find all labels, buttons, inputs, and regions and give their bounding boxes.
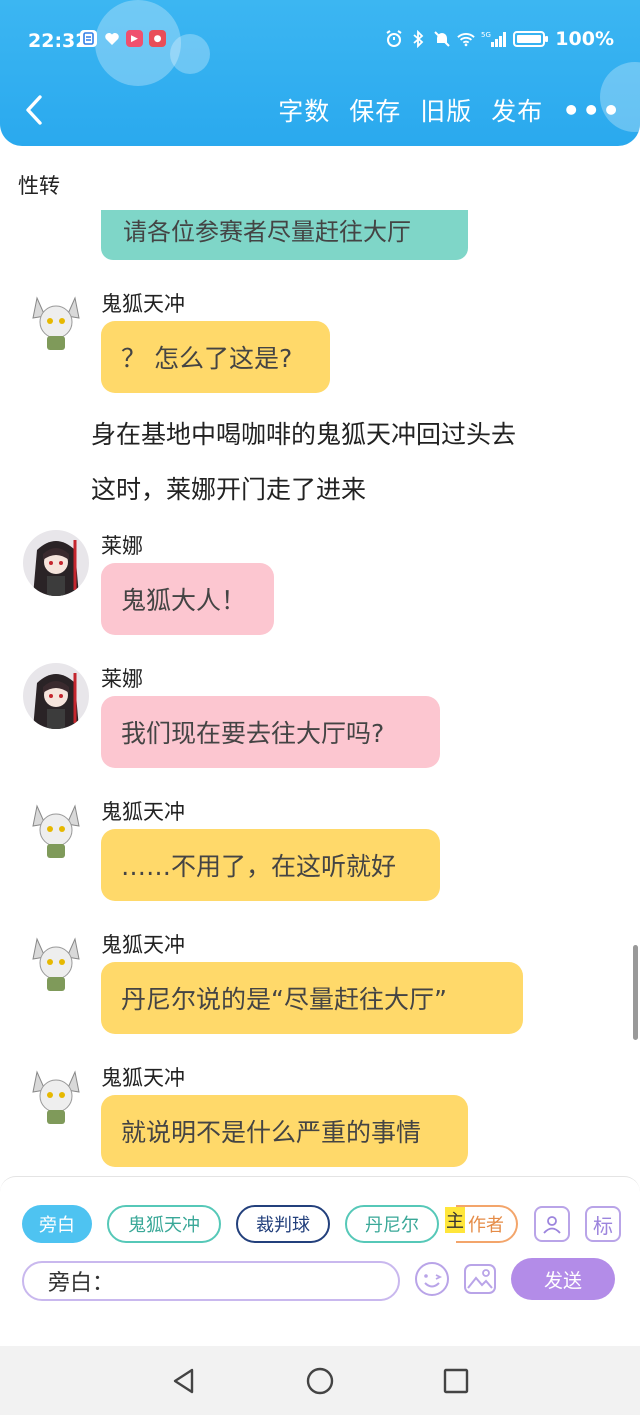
fox-avatar-icon bbox=[23, 798, 89, 864]
girl-avatar-icon bbox=[23, 663, 89, 729]
system-home-button[interactable] bbox=[305, 1366, 335, 1396]
system-recents-button[interactable] bbox=[441, 1366, 471, 1396]
video-app-icon: ▶ bbox=[126, 30, 143, 47]
scrollbar-thumb[interactable] bbox=[633, 945, 638, 1040]
more-menu-button[interactable]: ••• bbox=[562, 94, 622, 127]
speaker-name: 鬼狐天冲 bbox=[101, 933, 185, 957]
app-header: 22:32 ▶ ● 5G 100% 字数 保存 旧版 发布 ••• bbox=[0, 0, 640, 146]
heart-app-icon bbox=[103, 30, 120, 47]
message-bubble[interactable]: 我们现在要去往大厅吗? bbox=[101, 696, 440, 768]
message-text: ……不用了，在这听就好 bbox=[121, 852, 397, 881]
status-indicators: 5G 100% bbox=[385, 28, 614, 50]
nav-bar: 字数 保存 旧版 发布 ••• bbox=[0, 88, 640, 136]
save-button[interactable]: 保存 bbox=[349, 92, 401, 128]
speaker-name: 鬼狐天冲 bbox=[101, 1066, 185, 1090]
message-input[interactable] bbox=[118, 1268, 398, 1294]
publish-button[interactable]: 发布 bbox=[491, 92, 543, 128]
character-manage-button[interactable] bbox=[534, 1206, 570, 1242]
old-version-button[interactable]: 旧版 bbox=[420, 92, 472, 128]
speaker-name: 莱娜 bbox=[101, 667, 143, 691]
speaker-name: 莱娜 bbox=[101, 534, 143, 558]
chat-scroll-area[interactable]: 请各位参赛者尽量赶往大厅 鬼狐天冲 ？ 怎么了这是? 身在基地中喝咖啡的鬼狐天冲… bbox=[0, 210, 640, 1175]
message-bubble[interactable]: 鬼狐大人！ bbox=[101, 563, 274, 635]
speaker-name: 鬼狐天冲 bbox=[101, 800, 185, 824]
composer-panel: 旁白 鬼狐天冲 裁判球 丹尼尔 作者 主 标 旁白： 发送 bbox=[0, 1176, 640, 1347]
battery-icon bbox=[513, 30, 549, 48]
system-back-button[interactable] bbox=[170, 1366, 200, 1396]
message-text: 丹尼尔说的是“尽量赶往大厅” bbox=[121, 985, 447, 1014]
square-recents-icon bbox=[443, 1368, 469, 1394]
image-button[interactable] bbox=[462, 1261, 498, 1297]
input-role-prefix: 旁白： bbox=[48, 1271, 115, 1296]
message-bubble[interactable]: ？ 怎么了这是? bbox=[101, 321, 330, 393]
bluetooth-icon bbox=[409, 30, 427, 48]
speaker-name: 鬼狐天冲 bbox=[101, 292, 185, 316]
role-chip-daniel[interactable]: 丹尼尔 bbox=[345, 1205, 439, 1243]
svg-text:5G: 5G bbox=[481, 31, 491, 39]
status-app-icons: ▶ ● bbox=[80, 30, 166, 47]
message-text: 就说明不是什么严重的事情 bbox=[121, 1118, 422, 1147]
narration-text: 身在基地中喝咖啡的鬼狐天冲回过头去 bbox=[91, 420, 517, 449]
fox-avatar-icon bbox=[23, 931, 89, 997]
chat-message: 鬼狐天冲 ……不用了，在这听就好 bbox=[0, 796, 640, 906]
status-bar: 22:32 ▶ ● 5G 100% bbox=[0, 0, 640, 80]
chevron-left-icon bbox=[26, 95, 42, 125]
role-chip-guihu[interactable]: 鬼狐天冲 bbox=[107, 1205, 221, 1243]
message-text: ？ 怎么了这是? bbox=[121, 344, 293, 373]
doc-app-icon bbox=[80, 30, 97, 47]
fox-avatar-icon bbox=[23, 290, 89, 356]
message-text: 请各位参赛者尽量赶往大厅 bbox=[123, 218, 411, 246]
chat-message: 鬼狐天冲 就说明不是什么严重的事情 bbox=[0, 1062, 640, 1172]
wifi-icon bbox=[457, 30, 476, 48]
chat-message: 鬼狐天冲 丹尼尔说的是“尽量赶往大厅” bbox=[0, 929, 640, 1039]
avatar-guihu[interactable] bbox=[23, 1064, 89, 1130]
triangle-back-icon bbox=[173, 1368, 194, 1394]
chat-message: 莱娜 我们现在要去往大厅吗? bbox=[0, 663, 640, 773]
news-app-icon: ● bbox=[149, 30, 166, 47]
master-badge: 主 bbox=[445, 1207, 465, 1233]
back-button[interactable] bbox=[20, 88, 54, 132]
avatar-laina[interactable] bbox=[23, 530, 89, 596]
message-bubble[interactable]: ……不用了，在这听就好 bbox=[101, 829, 440, 901]
person-icon bbox=[543, 1216, 561, 1234]
chat-message: 鬼狐天冲 ？ 怎么了这是? bbox=[0, 288, 640, 398]
smiley-icon bbox=[415, 1262, 449, 1296]
alarm-icon bbox=[385, 30, 403, 48]
mute-bell-icon bbox=[433, 30, 451, 48]
avatar-guihu[interactable] bbox=[23, 798, 89, 864]
message-text: 我们现在要去往大厅吗? bbox=[121, 719, 385, 748]
story-title: 性转 bbox=[18, 174, 60, 198]
signal-5g-icon: 5G bbox=[481, 30, 507, 48]
send-button[interactable]: 发送 bbox=[511, 1258, 615, 1300]
image-icon bbox=[464, 1264, 496, 1294]
role-chip-narrator[interactable]: 旁白 bbox=[22, 1205, 92, 1243]
circle-home-icon bbox=[306, 1367, 334, 1395]
system-navigation-bar bbox=[0, 1346, 640, 1415]
message-bubble-clipped[interactable]: 请各位参赛者尽量赶往大厅 bbox=[101, 210, 468, 260]
message-text: 鬼狐大人！ bbox=[121, 586, 247, 615]
fox-avatar-icon bbox=[23, 1064, 89, 1130]
chat-message: 莱娜 鬼狐大人！ bbox=[0, 530, 640, 640]
message-bubble[interactable]: 就说明不是什么严重的事情 bbox=[101, 1095, 468, 1167]
role-chip-referee[interactable]: 裁判球 bbox=[236, 1205, 330, 1243]
avatar-laina[interactable] bbox=[23, 663, 89, 729]
word-count-button[interactable]: 字数 bbox=[278, 92, 330, 128]
girl-avatar-icon bbox=[23, 530, 89, 596]
battery-percent: 100% bbox=[555, 28, 614, 50]
narration-text: 这时，莱娜开门走了进来 bbox=[91, 475, 367, 504]
avatar-guihu[interactable] bbox=[23, 931, 89, 997]
tag-button[interactable]: 标 bbox=[585, 1206, 621, 1242]
avatar-guihu[interactable] bbox=[23, 290, 89, 356]
emoji-button[interactable] bbox=[414, 1261, 450, 1297]
message-bubble[interactable]: 丹尼尔说的是“尽量赶往大厅” bbox=[101, 962, 523, 1034]
role-chip-author[interactable]: 作者 bbox=[456, 1205, 518, 1243]
nav-actions: 字数 保存 旧版 发布 ••• bbox=[278, 88, 622, 132]
message-input-box[interactable]: 旁白： bbox=[22, 1261, 400, 1301]
